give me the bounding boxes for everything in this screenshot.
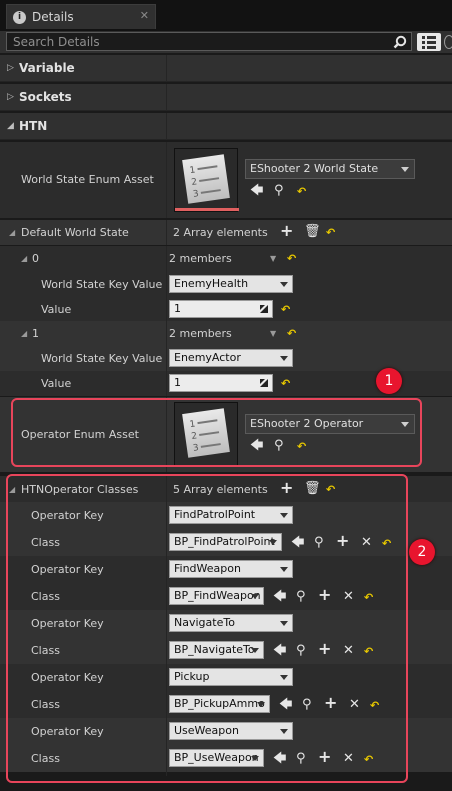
asset-thumbnail[interactable]: 123	[174, 148, 239, 212]
asset-color-bar	[175, 208, 239, 211]
resize-grip-icon[interactable]	[259, 378, 269, 388]
reset-default-icon[interactable]: ↶	[281, 303, 290, 316]
collapse-arrow-icon: ◢	[21, 329, 28, 338]
chevron-down-icon	[280, 282, 288, 287]
search-placeholder: Search Details	[13, 35, 100, 49]
category-label: Variable	[19, 61, 75, 75]
tab-title: Details	[32, 10, 74, 24]
column-divider	[166, 142, 167, 218]
world-state-key-label: World State Key Value	[41, 352, 163, 365]
member-count: 2 members	[169, 327, 232, 340]
default-world-state-row[interactable]: ◢ Default World State 2 Array elements +…	[0, 220, 452, 245]
world-state-key-row: World State Key Value EnemyHealth	[0, 271, 452, 297]
member-count: 2 members	[169, 252, 232, 265]
value-text: 1	[174, 376, 181, 389]
world-state-key-combo[interactable]: EnemyHealth	[169, 275, 293, 293]
add-element-icon[interactable]: +	[280, 223, 293, 239]
trash-icon[interactable]: 🗑	[304, 225, 321, 238]
callout-badge-1: 1	[376, 368, 402, 394]
eye-icon[interactable]	[444, 35, 452, 49]
world-state-key-value: EnemyHealth	[174, 277, 249, 290]
world-state-key-combo[interactable]: EnemyActor	[169, 349, 293, 367]
callout-badge-2: 2	[409, 539, 435, 565]
world-state-enum-combo[interactable]: EShooter 2 World State	[245, 159, 415, 179]
default-world-state-label: Default World State	[21, 226, 129, 239]
chevron-down-icon	[280, 356, 288, 361]
array-count: 2 Array elements	[173, 226, 268, 239]
svg-text:3: 3	[192, 189, 199, 200]
reset-default-icon[interactable]: ↶	[287, 252, 296, 265]
expand-arrow-icon: ▷	[7, 92, 14, 102]
world-state-key-row: World State Key Value EnemyActor	[0, 346, 452, 371]
search-row: Search Details	[0, 31, 452, 53]
value-text: 1	[174, 302, 181, 315]
world-state-key-label: World State Key Value	[41, 278, 163, 291]
world-state-enum-row: World State Enum Asset 123 EShooter 2 Wo…	[0, 142, 452, 218]
category-htn[interactable]: ◢ HTN	[0, 113, 452, 140]
column-divider	[166, 84, 167, 111]
list-view-icon	[422, 36, 436, 49]
value-input[interactable]: 1	[169, 300, 273, 318]
reset-default-icon[interactable]: ↶	[281, 377, 290, 390]
chevron-down-icon[interactable]: ▼	[270, 254, 276, 263]
callout-box-2	[6, 474, 408, 783]
tab-bar: i Details ✕	[0, 0, 452, 31]
world-state-enum-value: EShooter 2 World State	[250, 162, 379, 175]
svg-text:2: 2	[191, 177, 198, 188]
reset-default-icon[interactable]: ↶	[326, 226, 335, 239]
chevron-down-icon	[401, 167, 409, 172]
collapse-arrow-icon: ◢	[7, 121, 14, 131]
search-icon[interactable]	[393, 35, 407, 49]
info-icon: i	[13, 10, 26, 24]
search-input[interactable]: Search Details	[6, 32, 412, 51]
column-divider	[166, 246, 167, 396]
callout-box-1	[11, 398, 422, 467]
reset-default-icon[interactable]: ↶	[287, 327, 296, 340]
close-icon[interactable]: ✕	[140, 9, 149, 22]
reset-default-icon[interactable]: ↶	[297, 185, 306, 198]
world-state-enum-label: World State Enum Asset	[21, 173, 154, 186]
array-element-row[interactable]: ◢ 1 2 members ▼ ↶	[0, 321, 452, 346]
value-row: Value 1 ↶	[0, 297, 452, 322]
browse-magnifier-icon[interactable]: ⚲	[274, 184, 284, 197]
value-input[interactable]: 1	[169, 374, 273, 392]
use-selected-arrow-icon[interactable]: 🡄	[250, 184, 263, 197]
value-label: Value	[41, 303, 72, 316]
category-label: Sockets	[19, 90, 72, 104]
category-variable[interactable]: ▷ Variable	[0, 55, 452, 82]
element-index: 1	[32, 327, 39, 340]
expand-arrow-icon: ▷	[7, 63, 14, 73]
column-divider	[166, 220, 167, 245]
world-state-key-value: EnemyActor	[174, 351, 241, 364]
details-tab[interactable]: i Details ✕	[6, 4, 156, 29]
svg-text:1: 1	[189, 165, 196, 176]
resize-grip-icon[interactable]	[259, 304, 269, 314]
column-divider	[166, 55, 167, 82]
value-label: Value	[41, 377, 72, 390]
collapse-arrow-icon: ◢	[9, 228, 16, 237]
category-sockets[interactable]: ▷ Sockets	[0, 84, 452, 111]
collapse-arrow-icon: ◢	[21, 254, 28, 263]
category-label: HTN	[19, 119, 48, 133]
element-index: 0	[32, 252, 39, 265]
view-options-button[interactable]	[417, 33, 441, 51]
chevron-down-icon[interactable]: ▼	[270, 329, 276, 338]
column-divider	[166, 113, 167, 140]
enum-asset-icon: 123	[182, 154, 230, 204]
array-element-row[interactable]: ◢ 0 2 members ▼ ↶	[0, 246, 452, 271]
